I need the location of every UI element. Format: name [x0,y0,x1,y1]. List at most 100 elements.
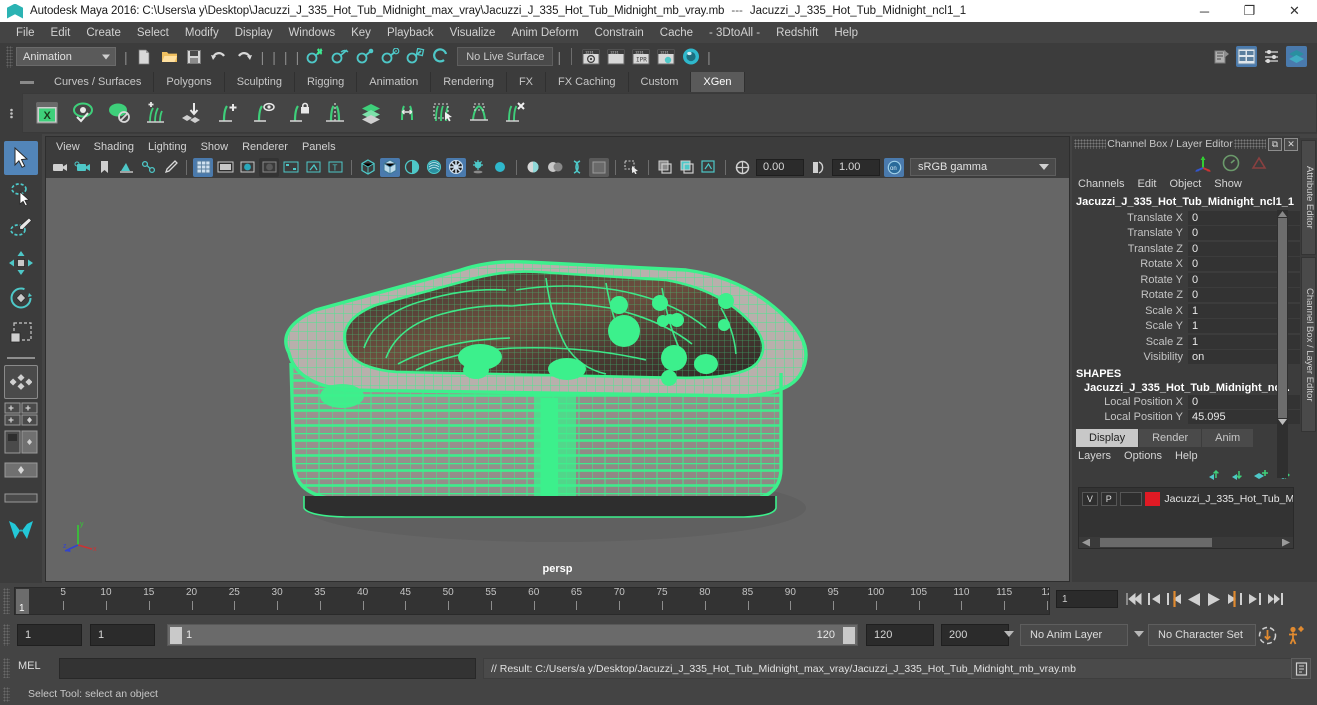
play-backwards-button[interactable] [1184,588,1204,610]
menu-display[interactable]: Display [227,24,281,42]
channel-row-scale-z[interactable]: Scale Z 1 [1072,334,1300,350]
xgen-length-tool-icon[interactable] [391,96,423,130]
menu-file[interactable]: File [8,24,43,42]
menu-edit[interactable]: Edit [43,24,79,42]
scroll-thumb[interactable] [1278,218,1287,418]
menu-playback[interactable]: Playback [379,24,442,42]
close-button[interactable]: ✕ [1272,0,1317,22]
channel-row-rotate-y[interactable]: Rotate Y 0 [1072,272,1300,288]
panel-drag-handle[interactable] [1074,139,1106,149]
channel-box-layer-editor-icon[interactable] [1286,46,1307,67]
undo-icon[interactable] [209,46,230,67]
menu-set-selector[interactable]: Animation [16,47,116,66]
panel-drag-handle-right[interactable] [1234,139,1266,149]
range-slider[interactable]: 1 120 [167,624,858,646]
playback-end-time-field[interactable]: 120 [866,624,934,646]
snap-to-view-plane-icon[interactable] [405,46,426,67]
ipr-render-icon[interactable]: 1231 IPR [630,46,651,67]
xgen-delete-guides-icon[interactable] [499,96,531,130]
menu-help[interactable]: Help [826,24,866,42]
lasso-tool-button[interactable] [4,176,38,210]
layer-name[interactable]: Jacuzzi_J_335_Hot_Tub_M [1164,493,1293,505]
persp-graph-layout-button[interactable] [4,457,38,483]
xgen-disable-preview-icon[interactable] [103,96,135,130]
playback-start-time-field[interactable]: 1 [90,624,155,646]
scroll-down-arrow-icon[interactable] [1278,419,1287,425]
exposure-icon[interactable] [732,158,752,177]
snap-to-projected-center-icon[interactable] [380,46,401,67]
grid-toggle-icon[interactable] [193,157,213,177]
step-forward-key-button[interactable] [1244,588,1264,610]
move-tool-button[interactable] [4,246,38,280]
xgen-guide-visibility-icon[interactable] [247,96,279,130]
new-scene-icon[interactable] [134,46,155,67]
layer-color-swatch[interactable] [1144,491,1161,506]
maximize-button[interactable]: ❐ [1227,0,1272,22]
show-render-view-icon[interactable]: 1231 [580,46,601,67]
speed-gauge-icon[interactable] [1220,153,1242,173]
x-ray-joints-icon[interactable] [699,158,719,177]
perspective-viewport[interactable]: y x z persp [46,178,1069,581]
viewport-menu-lighting[interactable]: Lighting [148,141,187,153]
viewport-menu-shading[interactable]: Shading [94,141,134,153]
x-ray-active-components-icon[interactable] [677,158,697,177]
cb-menu-object[interactable]: Object [1169,178,1201,190]
menu-redshift[interactable]: Redshift [768,24,826,42]
manipulator-axis-icon[interactable] [1192,153,1214,173]
shelf-options-button[interactable] [0,92,22,134]
chevron-down-icon[interactable] [1134,631,1144,637]
chevron-down-icon[interactable] [1004,631,1014,637]
shadows-icon[interactable] [468,158,488,177]
cb-menu-edit[interactable]: Edit [1137,178,1156,190]
layer-row[interactable]: V P Jacuzzi_J_335_Hot_Tub_M [1079,488,1293,506]
open-scene-icon[interactable] [159,46,180,67]
channel-row-rotate-x[interactable]: Rotate X 0 [1072,257,1300,273]
make-live-icon[interactable] [430,46,451,67]
layer-playback-toggle[interactable]: P [1100,491,1117,506]
anti-aliasing-icon[interactable] [567,158,587,177]
timeline-track[interactable]: 1 5 10 15 20 25 30 35 40 45 50 55 60 65 70 75 80 85 90 95 1… [14,587,1050,615]
select-tool-button[interactable] [4,141,38,175]
gamma-field[interactable]: 1.00 [832,158,880,176]
rotate-tool-button[interactable] [4,281,38,315]
wireframe-shading-icon[interactable] [358,158,378,177]
shelf-tab-sculpting[interactable]: Sculpting [224,72,295,92]
layer-tab-display[interactable]: Display [1076,429,1139,447]
layer-tab-anim[interactable]: Anim [1202,429,1254,447]
layer-visibility-toggle[interactable]: V [1082,491,1098,506]
rangebar-grip[interactable] [3,624,10,646]
xgen-import-collection-icon[interactable] [175,96,207,130]
camera-attributes-icon[interactable] [72,158,92,177]
menu-windows[interactable]: Windows [280,24,343,42]
viewport-settings-icon[interactable] [589,157,609,177]
shelf-tab-animation[interactable]: Animation [357,72,432,92]
step-back-frame-button[interactable] [1164,588,1184,610]
xgen-lock-guide-icon[interactable] [283,96,315,130]
isolate-select-icon[interactable] [622,158,642,177]
x-ray-mode-icon[interactable] [655,158,675,177]
menu-visualize[interactable]: Visualize [442,24,504,42]
panel-undock-button[interactable]: ⧉ [1268,137,1282,151]
channel-row-translate-x[interactable]: Translate X 0 [1072,210,1300,226]
scale-tool-button[interactable] [4,316,38,350]
channel-row-translate-y[interactable]: Translate Y 0 [1072,226,1300,242]
cb-menu-channels[interactable]: Channels [1078,178,1124,190]
panel-close-button[interactable]: ✕ [1284,137,1298,151]
shelf-tab-xgen[interactable]: XGen [691,72,745,92]
dock-tab-channel-box[interactable]: Channel Box / Layer Editor [1301,257,1316,432]
xray-joints-icon[interactable] [303,158,323,177]
cmdline-grip[interactable] [3,658,10,678]
animation-start-time-field[interactable]: 1 [17,624,82,646]
tool-settings-icon[interactable] [1261,46,1282,67]
le-menu-help[interactable]: Help [1175,450,1198,462]
grease-pencil-icon[interactable] [160,158,180,177]
cb-menu-show[interactable]: Show [1214,178,1242,190]
shade-with-wireframe-icon[interactable] [402,158,422,177]
layer-list-horizontal-scrollbar[interactable] [1079,537,1293,548]
paint-selection-tool-button[interactable] [4,211,38,245]
script-editor-button[interactable] [1291,658,1311,679]
dock-tab-attribute-editor[interactable]: Attribute Editor [1301,140,1316,255]
xgen-window-icon[interactable]: X [31,96,63,130]
step-back-key-button[interactable] [1144,588,1164,610]
render-current-frame-icon[interactable]: 1231 [605,46,626,67]
